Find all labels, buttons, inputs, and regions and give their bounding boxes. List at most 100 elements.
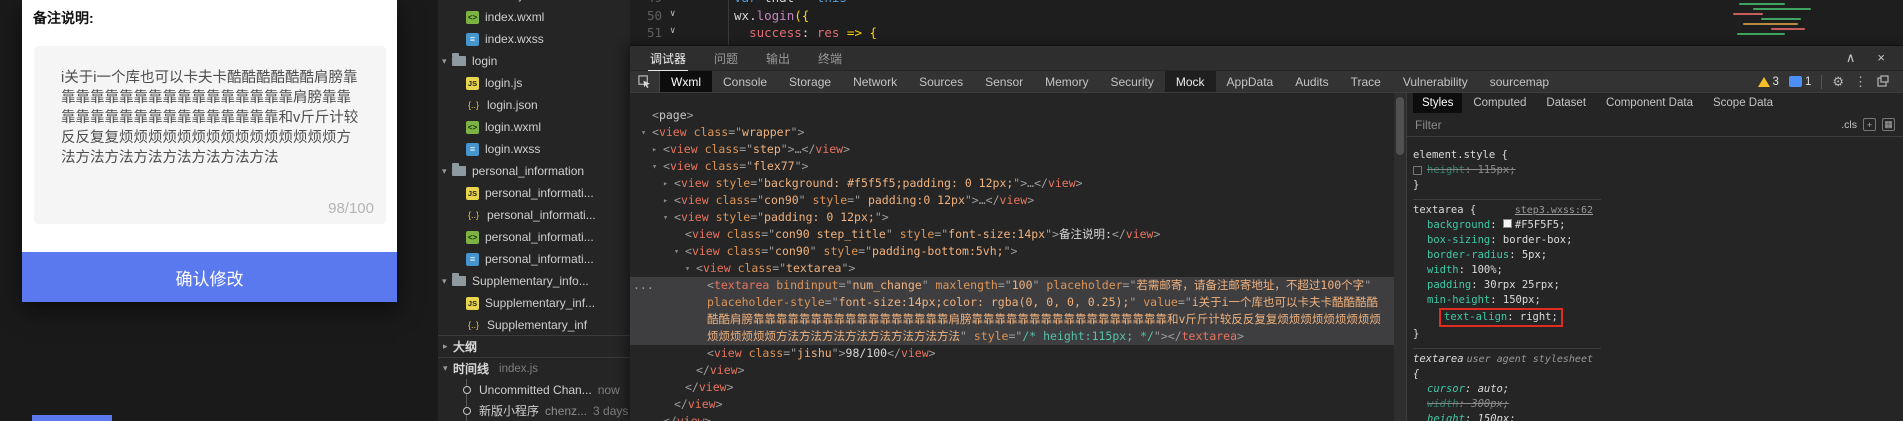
- new-style-rule-icon[interactable]: +: [1863, 118, 1876, 131]
- message-badge[interactable]: 1: [1788, 76, 1811, 88]
- file-row[interactable]: <> login.wxml: [438, 116, 630, 138]
- file-row[interactable]: JS Supplementary_inf...: [438, 292, 630, 314]
- tab-vulnerability[interactable]: Vulnerability: [1392, 71, 1479, 92]
- fold-chevron-icon[interactable]: ∨: [670, 26, 675, 36]
- wxml-node[interactable]: </view>: [630, 413, 1394, 421]
- file-row[interactable]: ≡ index.wxss: [438, 28, 630, 50]
- folder-row-personal_information[interactable]: ▾ personal_information: [438, 160, 630, 182]
- wxml-node[interactable]: ▾ <view class="con90" style="padding-bott…: [630, 243, 1394, 260]
- css-property-row[interactable]: height: 150px;: [1413, 412, 1601, 421]
- styles-tab-computed[interactable]: Computed: [1464, 93, 1535, 113]
- css-property-row[interactable]: width: 100%;: [1413, 263, 1601, 278]
- tab-storage[interactable]: Storage: [778, 71, 842, 92]
- tab-sources[interactable]: Sources: [908, 71, 974, 92]
- rule-source-link[interactable]: step3.wxss:62: [1515, 203, 1601, 218]
- expander-right-icon[interactable]: ▸: [663, 193, 668, 210]
- timeline-entry[interactable]: 新版小程序 chenz... 3 days: [438, 400, 630, 421]
- css-property-row[interactable]: min-height: 150px;: [1413, 293, 1601, 308]
- gear-icon[interactable]: ⚙: [1832, 75, 1844, 88]
- element-state-icon[interactable]: ▦: [1882, 118, 1895, 131]
- fold-chevron-icon[interactable]: ∨: [670, 9, 675, 19]
- file-row[interactable]: ≡ personal_informati...: [438, 248, 630, 270]
- node-menu-dots[interactable]: ...: [633, 277, 654, 294]
- tab-wxml[interactable]: Wxml: [660, 71, 712, 92]
- class-toggle-button[interactable]: .cls: [1841, 119, 1857, 131]
- folder-row-login[interactable]: ▾ login: [438, 50, 630, 72]
- wxml-node[interactable]: ▾ <view class="flex77">: [630, 158, 1394, 175]
- styles-tab-component-data[interactable]: Component Data: [1597, 93, 1702, 113]
- wxml-node[interactable]: </view>: [630, 379, 1394, 396]
- warning-badge[interactable]: 3: [1757, 76, 1779, 88]
- styles-tab-scope-data[interactable]: Scope Data: [1704, 93, 1782, 113]
- tab-security[interactable]: Security: [1099, 71, 1164, 92]
- expander-down-icon[interactable]: ▾: [685, 261, 690, 278]
- wxml-node[interactable]: <page>: [630, 107, 1394, 124]
- styles-tab-dataset[interactable]: Dataset: [1537, 93, 1595, 113]
- file-row[interactable]: <> index.wxml: [438, 6, 630, 28]
- folder-row-Supplementary_info...[interactable]: ▾ Supplementary_info...: [438, 270, 630, 292]
- timeline-entry[interactable]: Uncommitted Chan... now: [438, 379, 630, 400]
- remark-textarea[interactable]: i关于i一个库也可以卡夫卡酷酷酷酷酷酷肩膀靠靠靠靠靠靠靠靠靠靠靠靠靠靠靠靠靠肩膀…: [34, 46, 386, 224]
- wxml-node[interactable]: </view>: [630, 396, 1394, 413]
- css-property-row[interactable]: background: #F5F5F5;: [1413, 218, 1601, 233]
- file-row[interactable]: {..} login.json: [438, 94, 630, 116]
- file-row[interactable]: {..} personal_informati...: [438, 204, 630, 226]
- wxml-node[interactable]: <view class="jishu">98/100</view>: [630, 345, 1394, 362]
- expander-down-icon[interactable]: ▾: [663, 210, 668, 227]
- css-property-row[interactable]: text-align: right;: [1413, 308, 1601, 327]
- css-property-row[interactable]: padding: 30rpx 25rpx;: [1413, 278, 1601, 293]
- tab-appdata[interactable]: AppData: [1216, 71, 1285, 92]
- outline-section[interactable]: ▸ 大纲: [438, 335, 630, 357]
- file-row[interactable]: JS login.js: [438, 72, 630, 94]
- expander-right-icon[interactable]: ▸: [663, 176, 668, 193]
- expander-down-icon[interactable]: ▾: [652, 159, 657, 176]
- kebab-menu-icon[interactable]: ⋮: [1854, 75, 1867, 88]
- wxml-node[interactable]: ▾ <view class="textarea">: [630, 260, 1394, 277]
- styles-filter-input[interactable]: [1415, 117, 1555, 132]
- wxml-node[interactable]: <view class="con90 step_title" style="fo…: [630, 226, 1394, 243]
- code-line[interactable]: 51 ∨ success: res => {: [630, 25, 1903, 41]
- timeline-section[interactable]: ▾ 时间线 index.js: [438, 357, 630, 379]
- property-checkbox[interactable]: [1413, 166, 1422, 175]
- tab-console[interactable]: Console: [712, 71, 778, 92]
- expander-down-icon[interactable]: ▾: [641, 125, 646, 142]
- rule-source-link[interactable]: user agent stylesheet: [1467, 352, 1601, 382]
- tab-network[interactable]: Network: [842, 71, 908, 92]
- code-editor[interactable]: 49 var that = this 50 ∨ wx.login({51 ∨ succes…: [630, 0, 1903, 45]
- wxml-node[interactable]: ... <textarea bindinput="num_change" maxl…: [630, 277, 1394, 345]
- expander-down-icon[interactable]: ▾: [674, 244, 679, 261]
- wxml-node[interactable]: ▸ <view style="background: #f5f5f5;paddin…: [630, 175, 1394, 192]
- code-line[interactable]: 50 ∨ wx.login({: [630, 8, 1903, 24]
- wxml-node[interactable]: ▸ <view class="con90" style=" padding:0 1…: [630, 192, 1394, 209]
- expander-right-icon[interactable]: ▸: [652, 142, 657, 159]
- close-icon[interactable]: ×: [1877, 50, 1885, 66]
- file-row[interactable]: ≡ login.wxss: [438, 138, 630, 160]
- tab-sensor[interactable]: Sensor: [974, 71, 1034, 92]
- wxml-node[interactable]: </view>: [630, 362, 1394, 379]
- css-property-row[interactable]: height: 115px;: [1413, 163, 1601, 178]
- dock-icon[interactable]: [1877, 74, 1889, 89]
- tab-mock[interactable]: Mock: [1164, 71, 1216, 92]
- tab-sourcemap[interactable]: sourcemap: [1479, 71, 1560, 92]
- scrollbar[interactable]: [1394, 93, 1406, 421]
- tab-audits[interactable]: Audits: [1284, 71, 1339, 92]
- css-property-row[interactable]: cursor: auto;: [1413, 382, 1601, 397]
- collapse-icon[interactable]: ∧: [1846, 50, 1856, 66]
- panel-tab-问题[interactable]: 问题: [714, 46, 738, 71]
- panel-tab-输出[interactable]: 输出: [766, 46, 790, 71]
- tab-trace[interactable]: Trace: [1340, 71, 1392, 92]
- wxml-node[interactable]: ▾ <view class="wrapper">: [630, 124, 1394, 141]
- panel-tab-调试器[interactable]: 调试器: [647, 46, 689, 72]
- scrollbar-thumb[interactable]: [1396, 97, 1404, 155]
- css-property-row[interactable]: box-sizing: border-box;: [1413, 233, 1601, 248]
- confirm-modify-button[interactable]: 确认修改: [22, 252, 397, 302]
- wxml-node[interactable]: ▾ <view style="padding: 0 12px;">: [630, 209, 1394, 226]
- panel-tab-终端[interactable]: 终端: [818, 46, 842, 71]
- css-property-row[interactable]: width: 300px;: [1413, 397, 1601, 412]
- wxml-node[interactable]: ▸ <view class="step">…</view>: [630, 141, 1394, 158]
- tab-memory[interactable]: Memory: [1034, 71, 1099, 92]
- minimap[interactable]: [1731, 0, 1833, 42]
- file-row[interactable]: JS personal_informati...: [438, 182, 630, 204]
- styles-tab-styles[interactable]: Styles: [1413, 93, 1463, 113]
- color-swatch[interactable]: [1502, 219, 1512, 228]
